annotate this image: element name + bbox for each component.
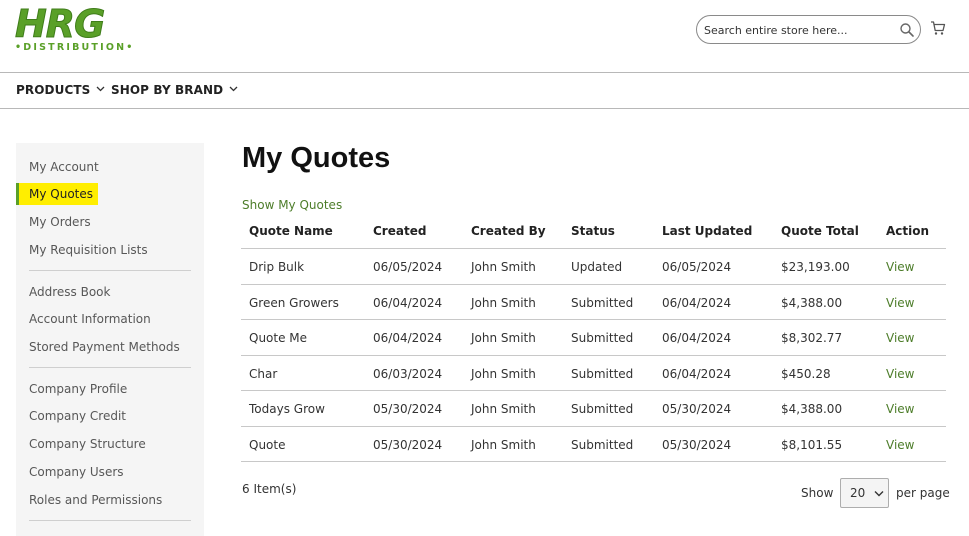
cell-quote-total: $4,388.00 <box>781 295 843 310</box>
table-row: Green Growers 06/04/2024 John Smith Subm… <box>241 285 946 320</box>
page-title: My Quotes <box>242 142 391 174</box>
cell-quote-total: $8,302.77 <box>781 331 843 345</box>
table-row: Todays Grow 05/30/2024 John Smith Submit… <box>241 391 946 427</box>
col-action: Action <box>886 224 930 238</box>
col-last-updated: Last Updated <box>662 224 753 238</box>
cell-quote-name: Quote Me <box>249 331 308 345</box>
sidebar-item-address-book[interactable]: Address Book <box>29 285 110 299</box>
cell-created-by: John Smith <box>471 295 536 310</box>
view-quote-link[interactable]: View <box>886 402 914 416</box>
show-my-quotes-link[interactable]: Show My Quotes <box>242 198 342 212</box>
view-quote-link[interactable]: View <box>886 367 914 381</box>
cell-last-updated: 05/30/2024 <box>662 402 732 416</box>
view-quote-link[interactable]: View <box>886 331 914 345</box>
col-status: Status <box>571 224 615 238</box>
cell-status: Submitted <box>571 295 634 310</box>
cell-status: Submitted <box>571 402 634 416</box>
cell-created-by: John Smith <box>471 331 536 345</box>
pager-show-label: Show <box>801 486 834 500</box>
per-page-label: per page <box>896 486 950 500</box>
nav-divider <box>0 108 969 109</box>
sidebar-item-my-orders[interactable]: My Orders <box>29 215 91 229</box>
cell-created: 06/03/2024 <box>373 366 443 381</box>
cell-last-updated: 06/04/2024 <box>662 366 732 381</box>
items-count: 6 Item(s) <box>242 482 297 496</box>
chevron-down-icon <box>229 86 238 92</box>
cell-quote-name: Quote <box>249 437 286 452</box>
account-sidebar: My Account My Quotes My Orders My Requis… <box>16 143 204 536</box>
sidebar-item-roles-and-permissions[interactable]: Roles and Permissions <box>29 493 162 507</box>
sidebar-item-my-account[interactable]: My Account <box>29 160 99 174</box>
site-header: HRG •DISTRIBUTION• <box>0 0 969 72</box>
search-input[interactable] <box>704 21 894 39</box>
sidebar-item-my-quotes[interactable]: My Quotes <box>16 183 99 205</box>
cell-quote-name: Char <box>249 366 278 381</box>
cart-icon[interactable] <box>930 20 946 36</box>
cell-status: Submitted <box>571 331 634 345</box>
sidebar-item-company-profile[interactable]: Company Profile <box>29 382 127 396</box>
view-quote-link[interactable]: View <box>886 438 914 452</box>
sidebar-item-company-users[interactable]: Company Users <box>29 465 124 479</box>
cell-last-updated: 06/04/2024 <box>662 295 732 310</box>
cell-created: 05/30/2024 <box>373 402 443 416</box>
sidebar-divider <box>29 270 191 271</box>
cell-quote-total: $4,388.00 <box>781 402 843 416</box>
view-quote-link[interactable]: View <box>886 260 914 274</box>
cell-quote-total: $8,101.55 <box>781 437 843 452</box>
cell-quote-total: $23,193.00 <box>781 260 850 274</box>
sidebar-item-stored-payment-methods[interactable]: Stored Payment Methods <box>29 340 180 354</box>
sidebar-item-company-structure[interactable]: Company Structure <box>29 437 146 451</box>
view-quote-link[interactable]: View <box>886 296 914 310</box>
cell-created: 05/30/2024 <box>373 437 443 452</box>
sidebar-divider <box>29 367 191 368</box>
nav-products-label: PRODUCTS <box>16 83 91 97</box>
sidebar-item-account-information[interactable]: Account Information <box>29 312 151 326</box>
table-row: Quote 05/30/2024 John Smith Submitted 05… <box>241 427 946 462</box>
col-created: Created <box>373 224 427 238</box>
cell-created: 06/04/2024 <box>373 295 443 310</box>
cell-last-updated: 05/30/2024 <box>662 437 732 452</box>
cell-quote-name: Drip Bulk <box>249 260 305 274</box>
col-quote-total: Quote Total <box>781 224 859 238</box>
table-header: Quote Name Created Created By Status Las… <box>241 214 946 249</box>
cell-created-by: John Smith <box>471 260 536 274</box>
col-created-by: Created By <box>471 224 546 238</box>
search-box <box>696 15 921 44</box>
per-page-select[interactable]: 20 <box>840 478 889 508</box>
quotes-table: Quote Name Created Created By Status Las… <box>241 214 946 462</box>
table-row: Drip Bulk 06/05/2024 John Smith Updated … <box>241 249 946 285</box>
cell-quote-total: $450.28 <box>781 366 831 381</box>
chevron-down-icon <box>96 86 105 92</box>
cell-created: 06/04/2024 <box>373 331 443 345</box>
cell-quote-name: Todays Grow <box>249 402 325 416</box>
cell-created-by: John Smith <box>471 402 536 416</box>
main-nav: PRODUCTS SHOP BY BRAND <box>0 73 969 108</box>
cell-last-updated: 06/05/2024 <box>662 260 732 274</box>
chevron-down-icon <box>874 491 884 497</box>
cell-created-by: John Smith <box>471 437 536 452</box>
cell-status: Submitted <box>571 437 634 452</box>
table-row: Char 06/03/2024 John Smith Submitted 06/… <box>241 356 946 391</box>
table-row: Quote Me 06/04/2024 John Smith Submitted… <box>241 320 946 356</box>
cell-status: Submitted <box>571 366 634 381</box>
cell-created-by: John Smith <box>471 366 536 381</box>
col-quote-name: Quote Name <box>249 224 333 238</box>
nav-shop-by-brand-label: SHOP BY BRAND <box>111 83 224 97</box>
sidebar-item-company-credit[interactable]: Company Credit <box>29 409 126 423</box>
cell-status: Updated <box>571 260 623 274</box>
nav-shop-by-brand[interactable]: SHOP BY BRAND <box>111 83 238 97</box>
logo-subtitle: •DISTRIBUTION• <box>15 42 135 53</box>
cell-quote-name: Green Growers <box>249 295 339 310</box>
search-icon[interactable] <box>899 22 915 38</box>
cell-created: 06/05/2024 <box>373 260 443 274</box>
hrg-logo[interactable]: HRG •DISTRIBUTION• <box>14 2 132 56</box>
logo-wordmark: HRG <box>14 2 105 47</box>
per-page-value: 20 <box>850 486 866 500</box>
sidebar-divider <box>29 520 191 521</box>
cell-last-updated: 06/04/2024 <box>662 331 732 345</box>
sidebar-item-my-requisition-lists[interactable]: My Requisition Lists <box>29 243 148 257</box>
nav-products[interactable]: PRODUCTS <box>16 83 105 97</box>
